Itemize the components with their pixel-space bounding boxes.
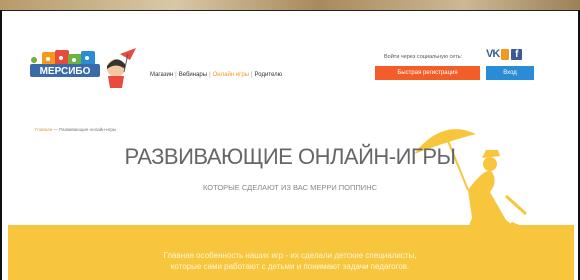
nav-separator: | — [209, 72, 211, 78]
logo-text: МЕРСИБО — [40, 66, 91, 77]
page-title: РАЗВИВАЮЩИЕ ОНЛАЙН-ИГРЫ — [124, 144, 456, 169]
ok-icon[interactable] — [501, 48, 510, 60]
login-button[interactable]: Вход — [486, 66, 534, 80]
nav-item-parents[interactable]: Родителю — [255, 72, 283, 78]
nav-separator: | — [250, 72, 253, 78]
vk-icon[interactable]: VK — [486, 48, 500, 60]
nav-item-online-games[interactable]: Онлайн игры — [213, 72, 249, 78]
info-band-line: Главная особенность наших игр - их сдела… — [163, 251, 417, 260]
breadcrumb: Главная — Развивающие онлайн-игры — [35, 127, 116, 132]
breadcrumb-home[interactable]: Главная — [35, 127, 52, 132]
info-band-text: Главная особенность наших игр - их сдела… — [0, 250, 580, 272]
mersibo-logo[interactable]: МЕРСИБО — [24, 46, 144, 90]
facebook-icon[interactable]: f — [511, 48, 523, 60]
top-banner — [0, 0, 580, 11]
main-nav: Магазин | Вебинары | Онлайн игры | Родителю — [150, 72, 282, 78]
social-icons: VK f — [486, 47, 523, 61]
page: МЕРСИБО Магазин | Вебинары | Онлайн игры | Род… — [0, 0, 580, 280]
quick-register-button[interactable]: Быстрая регистрация — [375, 66, 480, 80]
nav-item-webinars[interactable]: Вебинары — [179, 72, 207, 78]
social-login-label: Войти через социальную сеть: — [384, 54, 463, 60]
nav-separator: | — [175, 72, 177, 78]
info-band-line: которые сами работают с детьми и понимаю… — [170, 262, 410, 271]
nav-item-shop[interactable]: Магазин — [150, 72, 173, 78]
page-subtitle: КОТОРЫЕ СДЕЛАЮТ ИЗ ВАС МЕРРИ ПОППИНС — [202, 183, 378, 192]
breadcrumb-current: Развивающие онлайн-игры — [59, 127, 117, 132]
